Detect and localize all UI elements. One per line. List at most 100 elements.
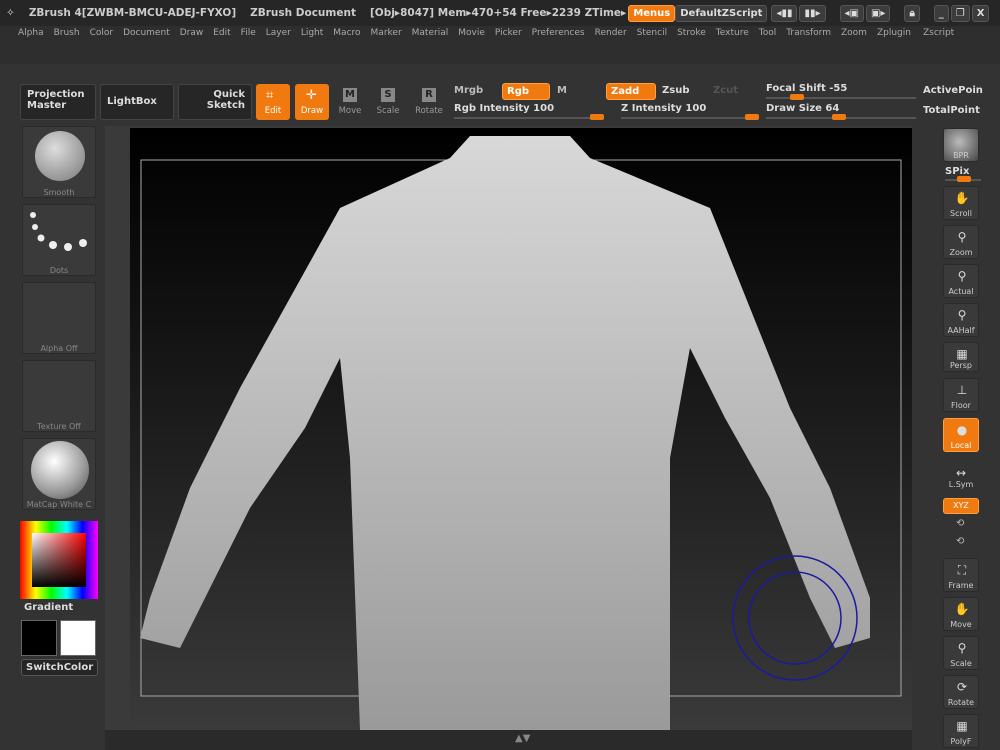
minimize-icon[interactable]: _: [933, 4, 949, 22]
color-saturation-square[interactable]: [32, 533, 86, 587]
default-zscript-button[interactable]: DefaultZScript: [675, 4, 768, 22]
draw-size-slider[interactable]: [766, 114, 916, 120]
color-picker[interactable]: [20, 521, 98, 599]
draw-button[interactable]: ✛ Draw: [295, 84, 329, 120]
menu-document[interactable]: Document: [123, 28, 170, 38]
polyf-label: PolyF: [950, 737, 972, 746]
rgb-intensity-slider[interactable]: [454, 114, 604, 120]
ui-icon[interactable]: ◂▣: [839, 4, 864, 22]
rotate-y-icon[interactable]: ⟲: [956, 518, 964, 529]
layout-icon[interactable]: ◂▮▮: [771, 4, 798, 22]
m-button[interactable]: M: [557, 85, 567, 96]
lock-icon[interactable]: 🔒︎: [904, 4, 920, 22]
lsym-button[interactable]: ↔ L.Sym: [943, 466, 979, 492]
spix-slider[interactable]: [945, 176, 981, 182]
menu-marker[interactable]: Marker: [371, 28, 402, 38]
menu-zplugin[interactable]: Zplugin: [877, 28, 911, 38]
menus-button[interactable]: Menus: [628, 4, 676, 22]
menu-tool[interactable]: Tool: [759, 28, 776, 38]
close-icon[interactable]: X: [971, 4, 990, 22]
slider-knob[interactable]: [590, 114, 604, 120]
rgb-button[interactable]: Rgb: [502, 83, 550, 100]
slider-knob[interactable]: [957, 176, 971, 182]
sketch-label: Sketch: [206, 100, 245, 111]
menu-macro[interactable]: Macro: [333, 28, 360, 38]
scroll-button[interactable]: ✋ Scroll: [943, 186, 979, 220]
menu-picker[interactable]: Picker: [495, 28, 522, 38]
projection-master-button[interactable]: Projection Master: [20, 84, 96, 120]
floor-button[interactable]: ⊥ Floor: [943, 378, 979, 412]
move-button[interactable]: M Move: [333, 84, 367, 120]
menu-movie[interactable]: Movie: [458, 28, 485, 38]
rotate-z-icon[interactable]: ⟲: [956, 536, 964, 547]
menu-render[interactable]: Render: [595, 28, 627, 38]
gradient-label[interactable]: Gradient: [24, 602, 73, 613]
slider-knob[interactable]: [832, 114, 846, 120]
alpha-thumbnail[interactable]: Alpha Off: [22, 282, 96, 354]
menu-material[interactable]: Material: [412, 28, 449, 38]
hand-icon: ✋: [954, 191, 970, 205]
menu-edit[interactable]: Edit: [213, 28, 230, 38]
scale-view-button[interactable]: ⚲ Scale: [943, 636, 979, 670]
z-intensity-slider[interactable]: [621, 114, 759, 120]
zoom-button[interactable]: ⚲ Zoom: [943, 225, 979, 259]
menu-preferences[interactable]: Preferences: [532, 28, 585, 38]
rotate-view-button[interactable]: ⟳ Rotate: [943, 675, 979, 709]
menu-brush[interactable]: Brush: [54, 28, 80, 38]
scale-label: Scale: [950, 659, 972, 668]
layout-icon-2[interactable]: ▮▮▸: [799, 4, 826, 22]
top-shelf: Projection Master LightBox Quick Sketch ⌗ E…: [0, 64, 1000, 126]
material-thumbnail[interactable]: MatCap White C: [22, 438, 96, 510]
focal-shift-slider[interactable]: [766, 94, 916, 100]
menu-texture[interactable]: Texture: [716, 28, 749, 38]
zadd-button[interactable]: Zadd: [606, 83, 656, 100]
frame-button[interactable]: ⛶ Frame: [943, 558, 979, 592]
main-color-swatch[interactable]: [21, 620, 57, 656]
lsym-label: L.Sym: [948, 480, 974, 489]
actual-label: Actual: [948, 287, 974, 296]
menu-layer[interactable]: Layer: [266, 28, 291, 38]
menu-stencil[interactable]: Stencil: [637, 28, 667, 38]
bpr-button[interactable]: BPR: [943, 128, 979, 162]
persp-button[interactable]: ▦ Persp: [943, 342, 979, 372]
menu-file[interactable]: File: [241, 28, 256, 38]
aahalf-button[interactable]: ⚲ AAHalf: [943, 303, 979, 337]
slider-knob[interactable]: [790, 94, 804, 100]
edit-button[interactable]: ⌗ Edit: [256, 84, 290, 120]
mrgb-button[interactable]: Mrgb: [454, 85, 483, 96]
tray-arrows-icon[interactable]: ▲▼: [515, 733, 530, 744]
xyz-button[interactable]: XYZ: [943, 498, 979, 514]
menu-transform[interactable]: Transform: [786, 28, 831, 38]
restore-icon[interactable]: ❐: [950, 4, 970, 22]
frame-label: Frame: [948, 581, 974, 590]
grid-icon: ▦: [956, 347, 968, 361]
lightbox-button[interactable]: LightBox: [100, 84, 174, 120]
polyf-button[interactable]: ▦ PolyF: [943, 714, 979, 748]
zsub-button[interactable]: Zsub: [662, 85, 689, 96]
menu-zscript[interactable]: Zscript: [923, 28, 954, 38]
document-canvas[interactable]: [130, 128, 912, 730]
quick-sketch-button[interactable]: Quick Sketch: [178, 84, 252, 120]
switch-color-button[interactable]: SwitchColor: [21, 659, 99, 676]
local-button[interactable]: ● Local: [943, 418, 979, 452]
menu-stroke[interactable]: Stroke: [677, 28, 706, 38]
ui-icon-2[interactable]: ▣▸: [865, 4, 891, 22]
menu-alpha[interactable]: Alpha: [18, 28, 44, 38]
brush-thumbnail[interactable]: Smooth: [22, 126, 96, 198]
actual-button[interactable]: ⚲ Actual: [943, 264, 979, 298]
move-view-button[interactable]: ✋ Move: [943, 597, 979, 631]
secondary-color-swatch[interactable]: [60, 620, 96, 656]
zcut-button[interactable]: Zcut: [713, 85, 738, 96]
menu-light[interactable]: Light: [301, 28, 323, 38]
slider-knob[interactable]: [745, 114, 759, 120]
menu-zoom[interactable]: Zoom: [841, 28, 867, 38]
jacket-model[interactable]: [130, 128, 912, 730]
scale-button[interactable]: S Scale: [371, 84, 405, 120]
rotate-button[interactable]: R Rotate: [412, 84, 446, 120]
rotate-label: Rotate: [415, 106, 443, 116]
texture-thumbnail[interactable]: Texture Off: [22, 360, 96, 432]
bottom-tray: ▲▼: [105, 730, 912, 750]
menu-color[interactable]: Color: [90, 28, 114, 38]
menu-draw[interactable]: Draw: [180, 28, 204, 38]
stroke-thumbnail[interactable]: Dots: [22, 204, 96, 276]
